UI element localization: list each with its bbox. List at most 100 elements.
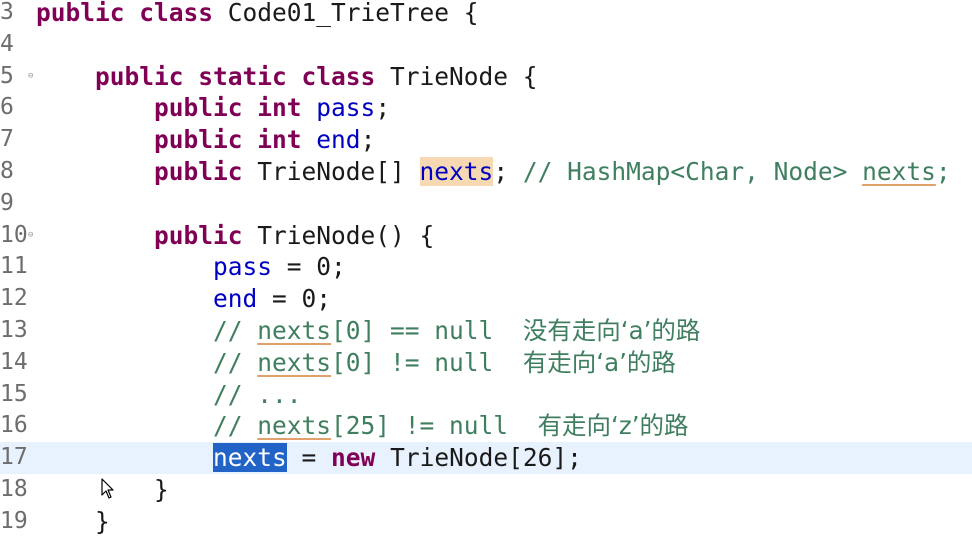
code-line[interactable]: 5 ⊖ public static class TrieNode { bbox=[0, 61, 972, 93]
code-token: nexts bbox=[257, 347, 332, 377]
code-editor[interactable]: 3 public class Code01_TrieTree { 4 5 ⊖ publi… bbox=[0, 0, 972, 551]
line-number: 17 bbox=[0, 444, 28, 471]
line-number: 8 bbox=[0, 158, 14, 184]
code-text: end = 0; bbox=[36, 283, 331, 315]
code-token: // bbox=[213, 316, 258, 345]
code-token: ; bbox=[375, 93, 391, 123]
code-line[interactable]: 8 public TrieNode[] nexts; // HashMap<Ch… bbox=[0, 156, 972, 188]
code-text: nexts = new TrieNode[26]; bbox=[36, 442, 582, 474]
line-number: 11 bbox=[0, 253, 28, 280]
code-token: 没有走向‘a’的路 bbox=[522, 316, 701, 345]
code-line[interactable]: 14 // nexts[0] != null 有走向‘a’的路 bbox=[0, 347, 972, 379]
line-number: 15 bbox=[0, 380, 28, 407]
code-token: TrieNode { bbox=[375, 61, 538, 91]
line-number: 19 bbox=[0, 507, 28, 534]
line-number: 14 bbox=[0, 348, 28, 375]
code-token: // ... bbox=[213, 379, 302, 409]
code-token: nexts bbox=[257, 316, 332, 345]
code-token: = bbox=[286, 443, 332, 473]
code-token: end bbox=[213, 284, 258, 314]
code-token: TrieNode[26]; bbox=[375, 443, 582, 473]
code-text: public class Code01_TrieTree { bbox=[36, 0, 479, 29]
code-line[interactable]: 12 end = 0; bbox=[0, 283, 972, 315]
code-token: [0] != null bbox=[331, 347, 523, 377]
code-text: public TrieNode() { bbox=[36, 220, 434, 252]
code-line[interactable]: 4 bbox=[0, 29, 972, 61]
code-text: // nexts[0] == null 没有走向‘a’的路 bbox=[36, 315, 700, 347]
mouse-pointer-icon bbox=[101, 478, 114, 499]
code-token: nexts bbox=[257, 411, 332, 441]
code-token: public int bbox=[154, 125, 302, 155]
code-text: public TrieNode[] nexts; // HashMap<Char… bbox=[36, 156, 951, 188]
code-token: // HashMap<Char, Node> bbox=[522, 157, 863, 186]
line-number: 16 bbox=[0, 412, 28, 439]
code-token: // bbox=[213, 347, 258, 377]
code-text: public int end; bbox=[36, 124, 375, 156]
code-token: public static class bbox=[95, 61, 376, 91]
code-token: 有走向‘z’的路 bbox=[537, 411, 689, 441]
code-token: public bbox=[154, 157, 243, 186]
code-token: 有走向‘a’的路 bbox=[522, 347, 676, 377]
line-number: 18 bbox=[0, 476, 28, 502]
code-text: pass = 0; bbox=[36, 251, 346, 283]
code-token: Code01_TrieTree { bbox=[213, 0, 479, 27]
code-token: nexts bbox=[862, 157, 936, 186]
code-token: nexts bbox=[213, 443, 287, 473]
code-token: [0] == null bbox=[331, 316, 523, 345]
code-token: nexts bbox=[419, 157, 494, 186]
line-number: 6 bbox=[0, 94, 14, 121]
code-line[interactable]: 18 } bbox=[0, 474, 972, 506]
line-number: 12 bbox=[0, 285, 28, 312]
code-text: // nexts[0] != null 有走向‘a’的路 bbox=[36, 347, 676, 379]
line-number: 9 bbox=[0, 189, 14, 216]
code-line[interactable]: 17 nexts = new TrieNode[26]; bbox=[0, 442, 972, 474]
code-token: new bbox=[331, 443, 376, 473]
code-line[interactable]: 19 } bbox=[0, 506, 972, 538]
fold-toggle-icon[interactable]: ⊖ bbox=[28, 61, 33, 93]
code-line[interactable]: 10 ⊖ public TrieNode() { bbox=[0, 220, 972, 252]
code-line[interactable]: 15 // ... bbox=[0, 379, 972, 411]
code-line[interactable]: 6 public int pass; bbox=[0, 92, 972, 124]
code-line[interactable]: 11 pass = 0; bbox=[0, 251, 972, 283]
code-line[interactable]: 13 // nexts[0] == null 没有走向‘a’的路 bbox=[0, 315, 972, 347]
code-line[interactable]: 9 bbox=[0, 188, 972, 220]
code-token: end bbox=[316, 125, 361, 155]
code-text: // ... bbox=[36, 379, 302, 411]
code-token: ; bbox=[360, 125, 376, 155]
code-token: ; bbox=[935, 157, 951, 186]
code-text: } bbox=[36, 506, 110, 538]
code-line[interactable]: 7 public int end; bbox=[0, 124, 972, 156]
code-token: public bbox=[154, 220, 243, 250]
code-line[interactable]: 16 // nexts[25] != null 有走向‘z’的路 bbox=[0, 410, 972, 442]
code-token: = 0; bbox=[272, 252, 346, 282]
code-token: TrieNode[] bbox=[242, 157, 420, 186]
code-text: // nexts[25] != null 有走向‘z’的路 bbox=[36, 410, 689, 442]
code-token: public class bbox=[36, 0, 214, 27]
code-token: [25] != null bbox=[331, 411, 538, 441]
fold-toggle-icon[interactable]: ⊖ bbox=[28, 220, 33, 252]
code-token: pass bbox=[213, 252, 273, 282]
code-token: TrieNode() { bbox=[242, 220, 435, 250]
line-number: 3 bbox=[0, 0, 14, 25]
code-token: ; bbox=[493, 157, 523, 186]
code-text: public static class TrieNode { bbox=[36, 61, 538, 93]
code-token: = 0; bbox=[257, 284, 332, 314]
code-token: // bbox=[213, 411, 258, 441]
line-number: 4 bbox=[0, 30, 14, 57]
code-text: public int pass; bbox=[36, 92, 390, 124]
line-number: 13 bbox=[0, 317, 28, 343]
code-line[interactable]: 3 public class Code01_TrieTree { bbox=[0, 0, 972, 29]
